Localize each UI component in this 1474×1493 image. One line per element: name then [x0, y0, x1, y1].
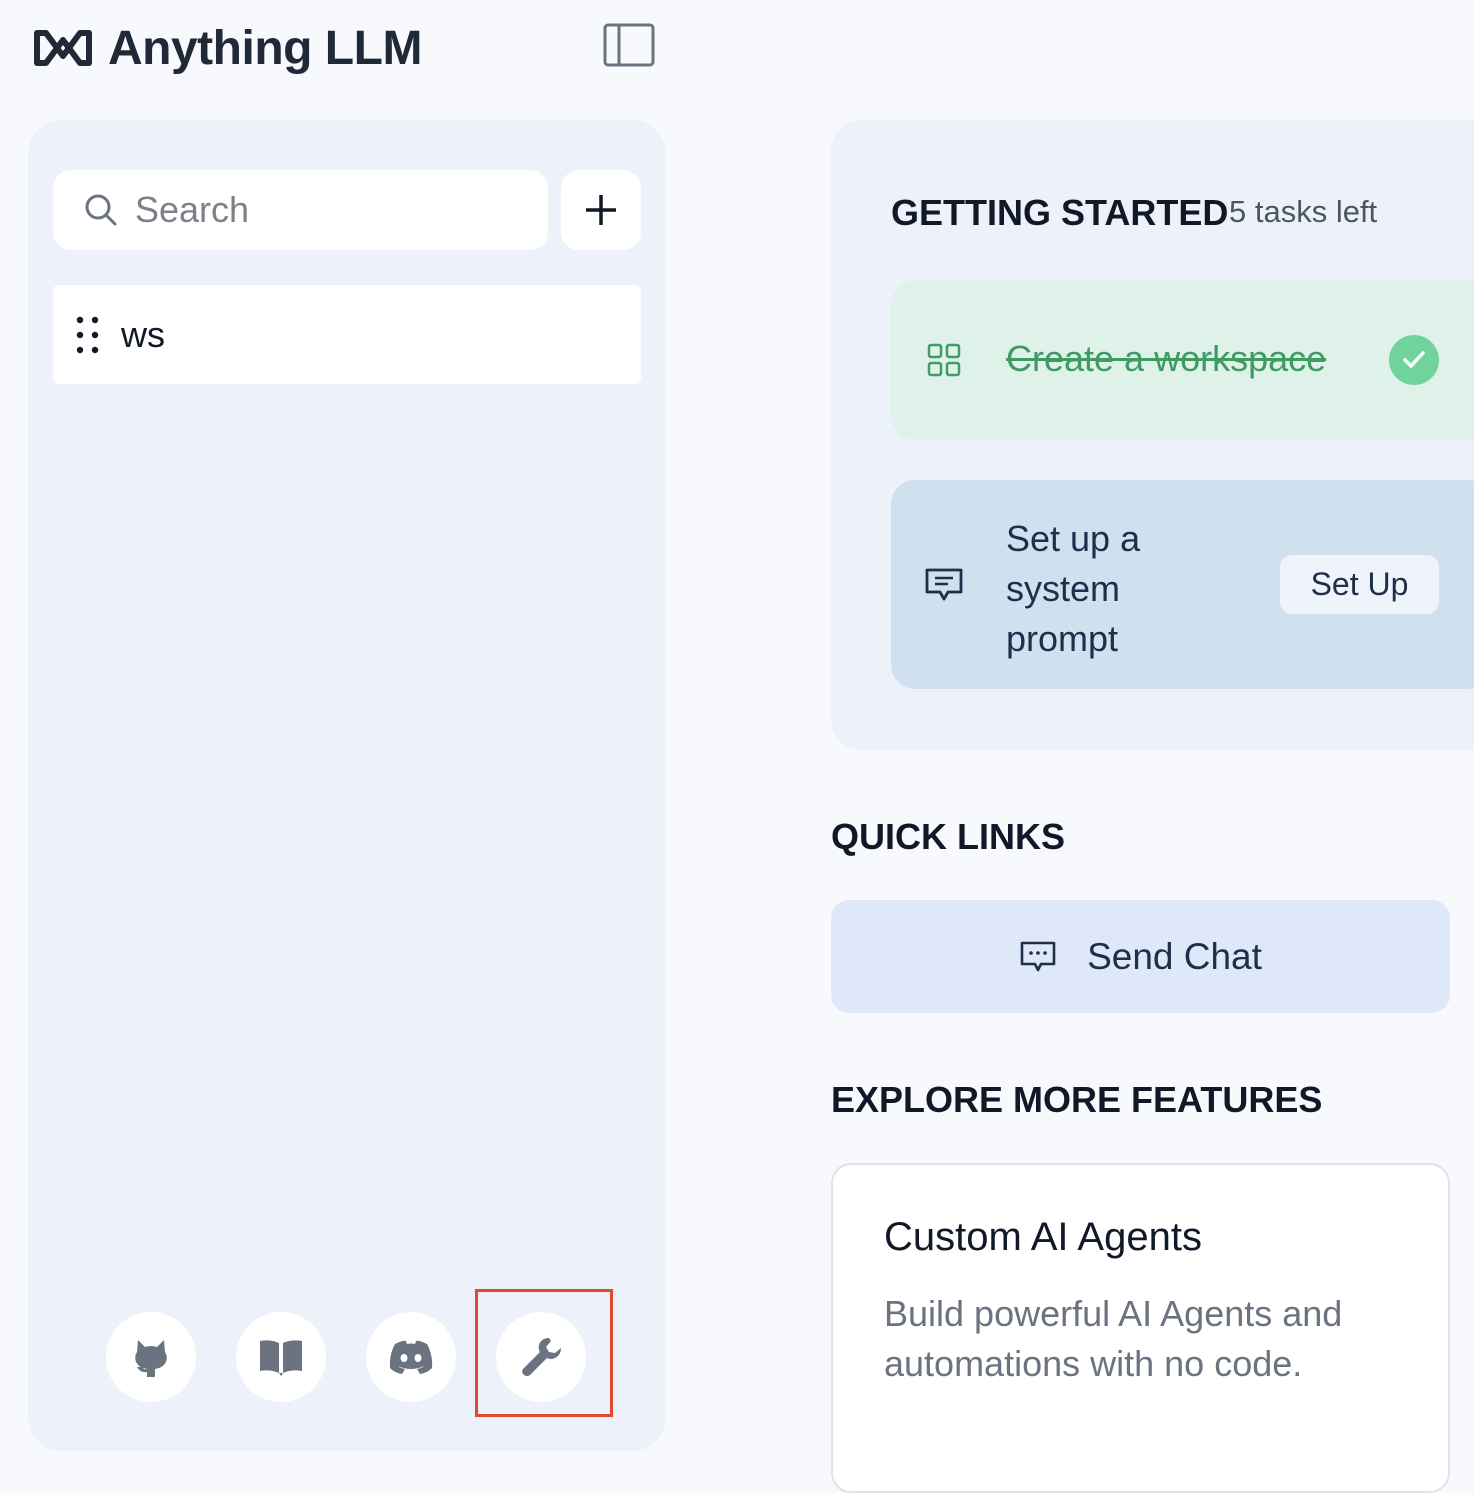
- chat-dots-icon: [1020, 941, 1056, 971]
- feature-card-description: Build powerful AI Agents and automations…: [884, 1293, 1343, 1384]
- workspace-label: ws: [121, 313, 165, 355]
- check-icon: [1389, 335, 1439, 385]
- sidebar-toggle-icon: [603, 23, 655, 67]
- feature-card-title: Custom AI Agents: [884, 1215, 1202, 1259]
- search-box[interactable]: [53, 170, 548, 250]
- app-logo: Anything LLM: [32, 18, 422, 78]
- task-label: Create a workspace: [1006, 338, 1327, 379]
- task-system-prompt[interactable]: Set up a system prompt Set Up: [891, 480, 1474, 689]
- github-icon: [135, 1340, 167, 1377]
- quick-links-title: QUICK LINKS: [831, 816, 1065, 857]
- app-title: Anything LLM: [108, 21, 422, 75]
- grid-icon: [927, 343, 961, 377]
- workspace-item[interactable]: ws: [53, 285, 641, 384]
- discord-icon: [389, 1340, 433, 1374]
- task-create-workspace[interactable]: Create a workspace: [891, 280, 1474, 440]
- explore-features-title: EXPLORE MORE FEATURES: [831, 1079, 1323, 1120]
- sidebar-toggle-button[interactable]: [603, 22, 655, 68]
- docs-book-icon: [260, 1340, 302, 1376]
- settings-highlight-box: [475, 1289, 613, 1417]
- new-workspace-button[interactable]: [561, 170, 641, 250]
- docs-button[interactable]: [236, 1312, 326, 1402]
- discord-button[interactable]: [366, 1312, 456, 1402]
- send-chat-label: Send Chat: [1087, 935, 1262, 977]
- feature-card-custom-agents[interactable]: Custom AI Agents Build powerful AI Agent…: [831, 1163, 1450, 1493]
- send-chat-button[interactable]: Send Chat: [831, 900, 1450, 1013]
- github-button[interactable]: [106, 1312, 196, 1402]
- message-square-icon: [925, 568, 963, 601]
- drag-handle-icon[interactable]: [75, 315, 101, 355]
- getting-started-title: GETTING STARTED: [891, 192, 1229, 233]
- search-input[interactable]: [133, 188, 537, 232]
- tasks-left-count: 5 tasks left: [1229, 194, 1378, 229]
- task-label: Set up a system prompt: [1006, 518, 1141, 659]
- search-icon: [85, 194, 117, 226]
- plus-icon: [586, 195, 616, 225]
- set-up-button[interactable]: Set Up: [1280, 555, 1439, 614]
- sidebar: ws: [28, 120, 666, 1451]
- getting-started-panel: GETTING STARTED 5 tasks left Create a wo…: [831, 120, 1474, 750]
- anything-llm-logo-icon: [34, 30, 92, 66]
